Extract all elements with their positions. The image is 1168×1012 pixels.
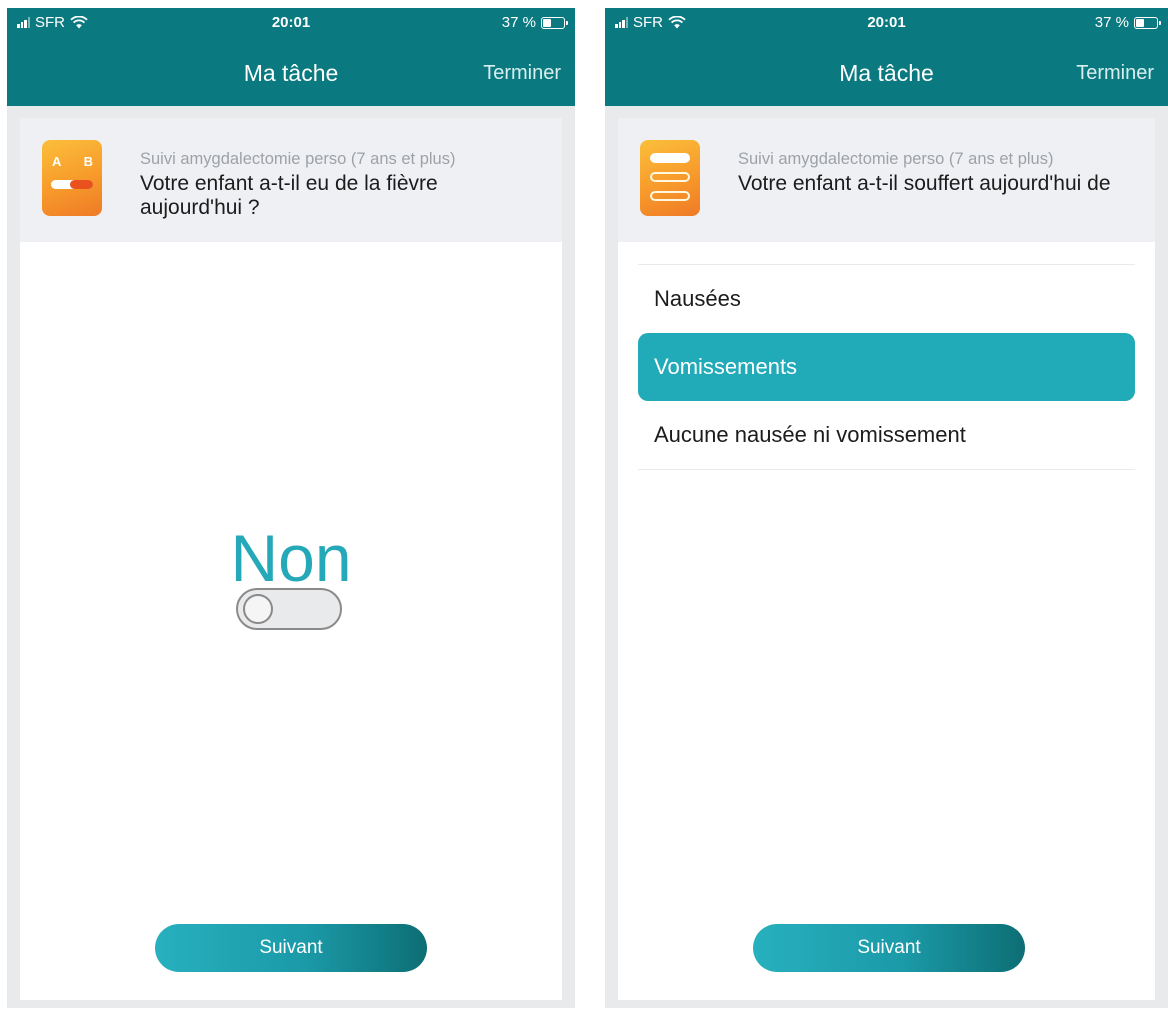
option-aucune[interactable]: Aucune nausée ni vomissement [638,401,1135,469]
fever-toggle-switch[interactable] [236,588,342,630]
question-header: Suivi amygdalectomie perso (7 ans et plu… [618,118,1155,242]
battery-icon [1134,16,1161,29]
battery-percent: 37 % [501,14,536,31]
battery-percent: 37 % [1094,14,1129,31]
toggle-value-label: Non [230,521,352,595]
icon-list-row [650,191,690,201]
status-time: 20:01 [271,14,311,31]
icon-list-row [650,172,690,182]
survey-name: Suivi amygdalectomie perso (7 ans et plu… [140,150,456,168]
terminer-button[interactable]: Terminer [1076,62,1154,85]
phone-screen-nausea: SFR 20:01 37 % Ma tâche Terminer Suivi a… [605,8,1168,1008]
icon-scale-bar [51,180,93,189]
status-time: 20:01 [867,14,906,31]
task-card: Suivi amygdalectomie perso (7 ans et plu… [618,118,1155,1000]
option-nausees[interactable]: Nausées [638,265,1135,333]
icon-list-row [650,153,690,163]
status-bar: SFR 20:01 37 % [605,8,1168,38]
status-bar: SFR 20:01 37 % [7,8,575,38]
survey-name: Suivi amygdalectomie perso (7 ans et plu… [738,150,1054,168]
question-header: A B Suivi amygdalectomie perso (7 ans et… [20,118,562,242]
question-text: Votre enfant a-t-il eu de la fièvre aujo… [140,172,438,219]
icon-letter-b: B [83,154,93,169]
task-card: A B Suivi amygdalectomie perso (7 ans et… [20,118,562,1000]
nav-bar: Ma tâche Terminer [605,38,1168,106]
toggle-knob[interactable] [243,594,273,624]
choice-list-icon [640,140,700,216]
battery-icon [541,16,568,29]
question-text: Votre enfant a-t-il souffert aujourd'hui… [738,172,1111,195]
status-right: 37 % [501,14,568,31]
suivant-button[interactable]: Suivant [155,924,427,972]
a-b-scale-icon: A B [42,140,102,216]
terminer-button[interactable]: Terminer [483,62,561,85]
suivant-button[interactable]: Suivant [753,924,1025,972]
choice-list: Nausées Vomissements Aucune nausée ni vo… [638,264,1135,470]
nav-bar: Ma tâche Terminer [7,38,575,106]
divider [638,469,1135,470]
option-vomissements[interactable]: Vomissements [638,333,1135,401]
phone-screen-fever: SFR 20:01 37 % Ma tâche Terminer A B Sui… [7,8,575,1008]
status-right: 37 % [1094,14,1161,31]
icon-letter-a: A [52,154,62,169]
